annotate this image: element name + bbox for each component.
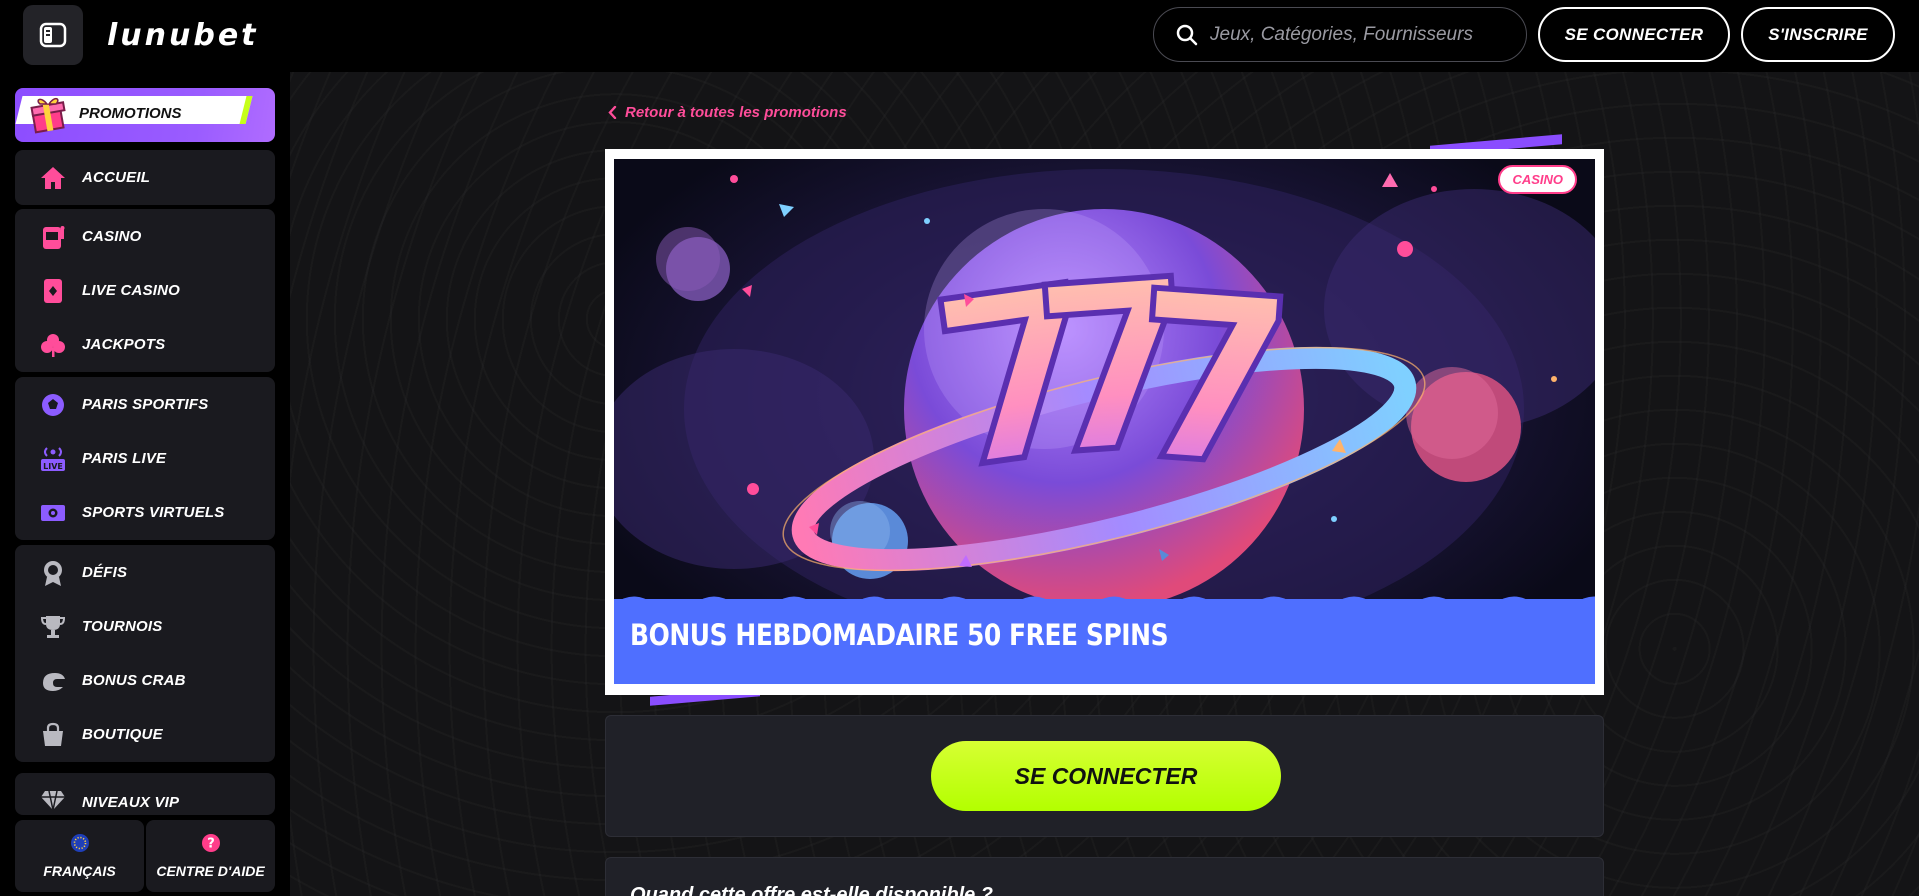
sidebar-item-paris-sportifs[interactable]: PARIS SPORTIFS bbox=[15, 377, 275, 432]
sidebar-item-label: TOURNOIS bbox=[82, 618, 163, 635]
trophy-icon bbox=[38, 612, 68, 642]
help-center-button[interactable]: ? CENTRE D'AIDE bbox=[146, 820, 275, 892]
slot-machine-icon bbox=[38, 222, 68, 252]
sidebar-group-casino: CASINO LIVE CASINO JACKPOTS bbox=[15, 209, 275, 372]
top-header: LUNUBET SE CONNECTER S'INSCRIRE bbox=[0, 0, 1919, 72]
sidebar-item-boutique[interactable]: BOUTIQUE bbox=[15, 707, 275, 762]
help-center-label: CENTRE D'AIDE bbox=[156, 863, 265, 879]
sidebar-toggle-button[interactable] bbox=[23, 5, 83, 65]
category-badge: CASINO bbox=[1498, 165, 1577, 194]
sidebar-item-label: PARIS LIVE bbox=[82, 450, 167, 467]
crab-icon bbox=[38, 666, 68, 696]
svg-text:7: 7 bbox=[1123, 242, 1301, 520]
search-input[interactable] bbox=[1210, 23, 1510, 46]
sidebar-group-rewards: DÉFIS TOURNOIS BONUS CRAB BOUTIQUE bbox=[15, 545, 275, 762]
badge-icon bbox=[38, 558, 68, 588]
sidebar-item-sports-virtuels[interactable]: SPORTS VIRTUELS bbox=[15, 485, 275, 540]
sidebar-footer: FRANÇAIS ? CENTRE D'AIDE bbox=[15, 820, 275, 892]
live-broadcast-icon: LIVE bbox=[38, 444, 68, 474]
sidebar-item-tournois[interactable]: TOURNOIS bbox=[15, 599, 275, 654]
sidebar: PROMOTIONS ACCUEIL CASINO LIVE CASINO JA… bbox=[0, 72, 290, 896]
offer-info-title: Quand cette offre est-elle disponible ? bbox=[630, 884, 994, 896]
site-logo[interactable]: LUNUBET bbox=[107, 18, 259, 53]
sidebar-item-live-casino[interactable]: LIVE CASINO bbox=[15, 263, 275, 318]
gift-icon bbox=[30, 97, 66, 134]
promo-title: BONUS HEBDOMADAIRE 50 FREE SPINS bbox=[630, 618, 1169, 652]
promo-banner: 7 7 7 BONUS HEBDOMADAIRE 50 FREE SPINS C… bbox=[614, 159, 1595, 684]
sidebar-item-label: ACCUEIL bbox=[82, 169, 151, 186]
sidebar-item-label: PROMOTIONS bbox=[79, 105, 182, 122]
soccer-ball-icon bbox=[38, 390, 68, 420]
shopping-bag-icon bbox=[38, 720, 68, 750]
eu-flag-icon bbox=[70, 834, 89, 852]
sidebar-item-jackpots[interactable]: JACKPOTS bbox=[15, 317, 275, 372]
offer-info-panel: Quand cette offre est-elle disponible ? bbox=[605, 857, 1604, 896]
back-to-promotions-link[interactable]: Retour à toutes les promotions bbox=[608, 104, 847, 121]
help-icon: ? bbox=[201, 834, 220, 852]
space-slots-illustration: 7 7 7 bbox=[614, 169, 1595, 619]
sidebar-item-niveaux-vip[interactable]: NIVEAUX VIP bbox=[15, 773, 275, 815]
sidebar-item-promotions[interactable]: PROMOTIONS bbox=[15, 88, 275, 142]
sidebar-item-label: LIVE CASINO bbox=[82, 282, 181, 299]
signup-button[interactable]: S'INSCRIRE bbox=[1741, 7, 1895, 62]
sidebar-item-label: NIVEAUX VIP bbox=[82, 794, 180, 811]
search-bar[interactable] bbox=[1153, 7, 1527, 62]
sidebar-item-bonus-crab[interactable]: BONUS CRAB bbox=[15, 653, 275, 708]
sidebar-item-label: DÉFIS bbox=[82, 564, 128, 581]
language-selector[interactable]: FRANÇAIS bbox=[15, 820, 144, 892]
diamond-icon bbox=[38, 785, 68, 815]
chevron-left-icon bbox=[608, 106, 617, 119]
sidebar-item-accueil[interactable]: ACCUEIL bbox=[15, 150, 275, 205]
sidebar-item-defis[interactable]: DÉFIS bbox=[15, 545, 275, 600]
sidebar-item-label: SPORTS VIRTUELS bbox=[82, 504, 225, 521]
cta-login-button[interactable]: SE CONNECTER bbox=[931, 741, 1281, 811]
sidebar-group-sports: PARIS SPORTIFS LIVE PARIS LIVE SPORTS VI… bbox=[15, 377, 275, 540]
back-link-label: Retour à toutes les promotions bbox=[625, 104, 847, 121]
home-icon bbox=[38, 163, 68, 193]
virtual-screen-icon bbox=[38, 498, 68, 528]
sidebar-item-label: BOUTIQUE bbox=[82, 726, 163, 743]
sidebar-group-vip: NIVEAUX VIP bbox=[15, 773, 275, 815]
sidebar-item-label: CASINO bbox=[82, 228, 142, 245]
sidebar-group-home: ACCUEIL bbox=[15, 150, 275, 205]
sidebar-item-label: JACKPOTS bbox=[82, 336, 166, 353]
language-label: FRANÇAIS bbox=[43, 863, 116, 879]
sidebar-toggle-icon bbox=[39, 22, 67, 48]
svg-text:LIVE: LIVE bbox=[43, 462, 63, 471]
sidebar-item-casino[interactable]: CASINO bbox=[15, 209, 275, 264]
login-button[interactable]: SE CONNECTER bbox=[1538, 7, 1730, 62]
playing-card-icon bbox=[38, 276, 68, 306]
search-icon bbox=[1176, 24, 1198, 45]
clover-icon bbox=[38, 330, 68, 360]
cta-panel: SE CONNECTER bbox=[605, 715, 1604, 837]
sidebar-item-label: PARIS SPORTIFS bbox=[82, 396, 209, 413]
sidebar-item-paris-live[interactable]: LIVE PARIS LIVE bbox=[15, 431, 275, 486]
sidebar-item-label: BONUS CRAB bbox=[82, 672, 186, 689]
svg-text:?: ? bbox=[207, 837, 215, 852]
promo-banner-card: 7 7 7 BONUS HEBDOMADAIRE 50 FREE SPINS C… bbox=[605, 149, 1604, 695]
